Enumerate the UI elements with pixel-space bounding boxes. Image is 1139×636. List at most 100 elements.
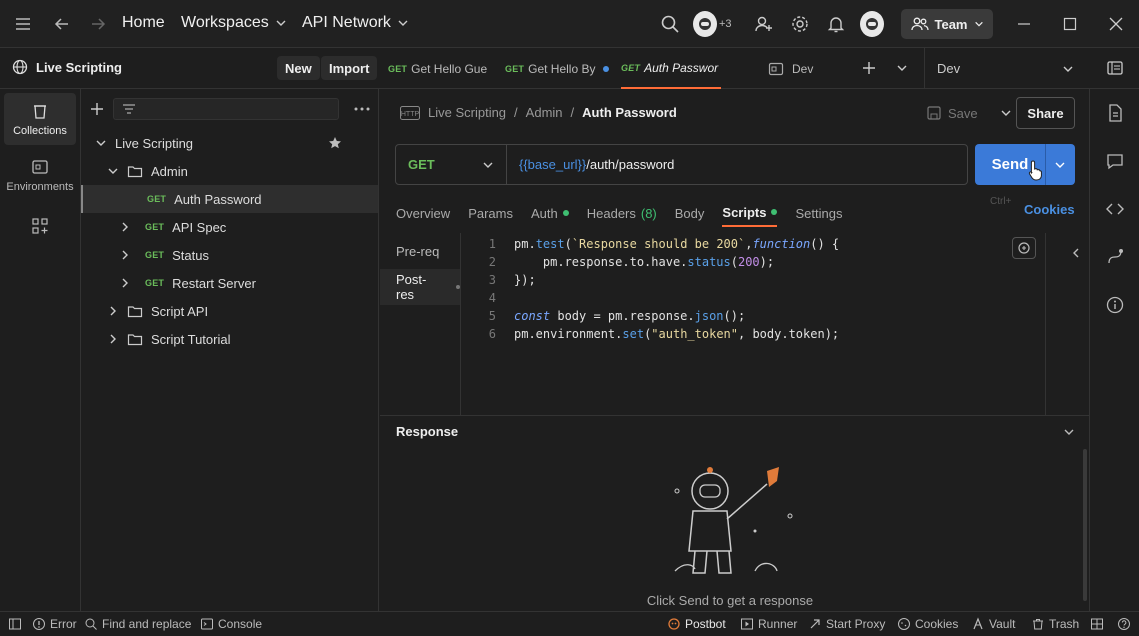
new-tab-plus-icon[interactable]	[857, 56, 881, 80]
code-token: , body.token);	[738, 327, 840, 341]
share-button[interactable]: Share	[1016, 97, 1075, 129]
snippets-button[interactable]	[1012, 237, 1036, 259]
info-icon[interactable]	[1105, 295, 1125, 315]
comments-icon[interactable]	[1105, 151, 1125, 171]
minimize-icon[interactable]	[1012, 12, 1036, 36]
new-button[interactable]: New	[277, 56, 320, 80]
vault-button[interactable]: Vault	[971, 617, 1015, 631]
invite-count: +3	[719, 18, 732, 30]
user-avatar[interactable]	[860, 11, 884, 37]
request-tabs: Overview Params Auth Headers (8) Body Scr…	[396, 199, 842, 227]
search-icon[interactable]	[658, 12, 682, 36]
tab-auth[interactable]: Auth	[531, 199, 569, 227]
gear-icon[interactable]	[788, 12, 812, 36]
tab-headers[interactable]: Headers (8)	[587, 199, 657, 227]
import-button[interactable]: Import	[321, 56, 378, 80]
tabs-chevron-down-icon[interactable]	[890, 56, 914, 80]
breadcrumb-folder[interactable]: Admin	[526, 105, 563, 120]
api-network-menu[interactable]: API Network	[302, 14, 409, 32]
breadcrumb-collection[interactable]: Live Scripting	[428, 105, 506, 120]
postbot-button[interactable]: Postbot	[667, 617, 726, 631]
cookies-link[interactable]: Cookies	[1024, 202, 1075, 217]
tree-folder-script-tutorial[interactable]: Script Tutorial	[81, 325, 378, 353]
code-snippet-icon[interactable]	[1105, 199, 1125, 219]
script-nav-pre-request[interactable]: Pre-req	[380, 233, 460, 269]
documentation-icon[interactable]	[1105, 103, 1125, 123]
cookies-button[interactable]: Cookies	[897, 617, 958, 631]
send-divider	[1045, 144, 1046, 185]
breadcrumb-request[interactable]: Auth Password	[582, 105, 677, 120]
chevron-down-icon[interactable]	[1000, 107, 1012, 119]
script-nav-post-response[interactable]: Post-res	[380, 269, 460, 305]
workspaces-menu[interactable]: Workspaces	[181, 14, 287, 32]
response-scrollbar[interactable]	[1083, 449, 1087, 601]
console-button[interactable]: Console	[200, 617, 262, 631]
chevron-left-icon[interactable]	[1070, 247, 1082, 259]
environment-selector[interactable]: Dev	[924, 48, 1084, 89]
help-icon[interactable]	[1117, 617, 1131, 631]
tab-get-hello-by[interactable]: GET Get Hello By	[505, 48, 611, 89]
tree-label: Live Scripting	[115, 135, 194, 151]
method-select[interactable]: GET	[396, 145, 507, 184]
tree-folder-admin[interactable]: Admin	[81, 157, 378, 185]
tab-auth-password[interactable]: GET Auth Passwor	[621, 48, 721, 89]
url-input[interactable]: {{base_url}}/auth/password	[507, 157, 674, 172]
tab-dev-environment[interactable]: Dev	[768, 48, 848, 89]
tree-folder-script-api[interactable]: Script API	[81, 297, 378, 325]
bell-icon[interactable]	[824, 12, 848, 36]
start-proxy-button[interactable]: Start Proxy	[808, 617, 885, 631]
toggle-sidebar-icon[interactable]	[8, 617, 22, 631]
menu-icon[interactable]	[13, 14, 33, 34]
trash-button[interactable]: Trash	[1031, 617, 1079, 631]
tab-settings[interactable]: Settings	[795, 199, 842, 227]
add-plus-icon[interactable]	[89, 101, 105, 117]
tree-request-api-spec[interactable]: GET API Spec	[81, 213, 378, 241]
back-arrow-icon[interactable]	[52, 14, 72, 34]
tab-params[interactable]: Params	[468, 199, 513, 227]
runner-button[interactable]: Runner	[740, 617, 797, 631]
environment-quick-look-icon[interactable]	[1103, 56, 1127, 80]
team-button[interactable]: Team	[901, 9, 993, 39]
layout-toggle-icon[interactable]	[1090, 617, 1104, 631]
tree-request-auth-password[interactable]: GET Auth Password	[81, 185, 378, 213]
related-collections-icon[interactable]	[1105, 247, 1125, 267]
filter-input[interactable]	[113, 98, 339, 120]
invite-user-icon[interactable]	[752, 12, 776, 36]
tree-request-status[interactable]: GET Status	[81, 241, 378, 269]
status-dot	[456, 285, 460, 289]
send-button[interactable]: Send	[975, 144, 1075, 185]
status-bar: Error Find and replace Console Postbot R…	[0, 611, 1139, 636]
rail-collections[interactable]: Collections	[4, 93, 76, 145]
close-icon[interactable]	[1104, 12, 1128, 36]
folder-icon	[127, 334, 143, 346]
tree-label: Auth Password	[174, 191, 262, 207]
tab-label: Auth Passwor	[644, 60, 719, 75]
home-link[interactable]: Home	[122, 14, 165, 32]
tree-request-restart-server[interactable]: GET Restart Server	[81, 269, 378, 297]
request-editor: HTTP Live Scripting / Admin / Auth Passw…	[380, 89, 1089, 611]
code-editor[interactable]: 1 pm. test(`Response should be 200`, func…	[462, 233, 1045, 415]
tab-overview[interactable]: Overview	[396, 199, 450, 227]
rail-environments[interactable]: Environments	[4, 149, 76, 201]
star-icon[interactable]	[328, 136, 342, 150]
team-label: Team	[934, 16, 968, 32]
response-title: Response	[396, 424, 459, 439]
breadcrumb-separator: /	[514, 105, 518, 120]
tab-get-hello-guest[interactable]: GET Get Hello Gue	[388, 48, 488, 89]
rail-add-apps[interactable]	[4, 209, 76, 243]
find-replace-button[interactable]: Find and replace	[84, 617, 191, 631]
send-chevron-down-icon[interactable]	[1054, 159, 1066, 171]
shortcut-hint: Ctrl+	[990, 196, 1012, 207]
tab-scripts[interactable]: Scripts	[722, 199, 778, 227]
forward-arrow-icon[interactable]	[88, 14, 108, 34]
method-badge: GET	[505, 63, 525, 74]
tab-body[interactable]: Body	[675, 199, 705, 227]
maximize-icon[interactable]	[1058, 12, 1082, 36]
error-status[interactable]: Error	[32, 617, 77, 631]
more-options-icon[interactable]	[353, 101, 371, 117]
save-button[interactable]: Save	[926, 105, 1012, 121]
team-avatar[interactable]	[693, 11, 717, 37]
response-header[interactable]: Response	[380, 415, 1089, 447]
team-icon	[910, 17, 929, 31]
tree-collection-live-scripting[interactable]: Live Scripting	[81, 129, 378, 157]
